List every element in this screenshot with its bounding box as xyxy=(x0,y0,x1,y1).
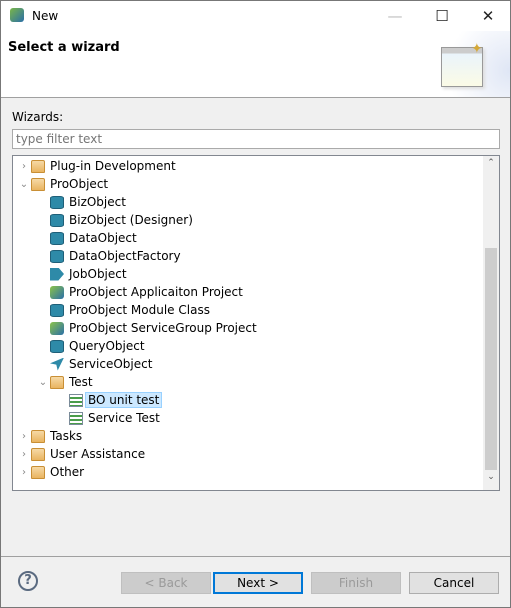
job-icon xyxy=(50,267,64,281)
scroll-down-icon[interactable]: ⌄ xyxy=(483,472,499,482)
wizards-label: Wizards: xyxy=(12,110,64,124)
minimize-button[interactable]: — xyxy=(372,1,418,31)
tree-item[interactable]: QueryObject xyxy=(36,337,145,355)
tree-item[interactable]: ProObject ServiceGroup Project xyxy=(36,319,257,337)
tree-item-label: BizObject xyxy=(69,195,126,209)
vertical-scrollbar[interactable]: ⌃ ⌄ xyxy=(483,156,499,490)
tree-item[interactable]: DataObject xyxy=(36,229,137,247)
tree-item-label: Test xyxy=(69,375,93,389)
help-icon[interactable]: ? xyxy=(18,571,38,591)
folder-icon xyxy=(31,177,45,191)
scrollbar-thumb[interactable] xyxy=(485,248,497,470)
window-title: New xyxy=(32,9,59,23)
tree-item-label: User Assistance xyxy=(50,447,146,461)
cyl-icon xyxy=(50,231,64,245)
scroll-up-icon[interactable]: ⌃ xyxy=(483,158,499,168)
cyl-icon xyxy=(50,339,64,353)
cyl-icon xyxy=(50,249,64,263)
tree-item[interactable]: ServiceObject xyxy=(36,355,152,373)
chevron-right-icon[interactable]: › xyxy=(17,467,31,478)
maximize-button[interactable]: ☐ xyxy=(419,1,465,31)
proj-icon xyxy=(50,285,64,299)
next-button[interactable]: Next > xyxy=(213,572,303,594)
tree-item[interactable]: BizObject (Designer) xyxy=(36,211,193,229)
list-icon xyxy=(69,411,83,425)
tree-item[interactable]: ⌄ ProObject xyxy=(17,175,108,193)
tree-item-label: JobObject xyxy=(69,267,127,281)
cyl-icon xyxy=(50,303,64,317)
chevron-right-icon[interactable]: › xyxy=(17,449,31,460)
tree-item[interactable]: BO unit test xyxy=(55,391,163,409)
tree-item-label: Plug-in Development xyxy=(50,159,176,173)
tree-item[interactable]: ProObject Module Class xyxy=(36,301,210,319)
chevron-right-icon[interactable]: › xyxy=(17,431,31,442)
tree-item-label: DataObjectFactory xyxy=(69,249,181,263)
folder-icon xyxy=(31,429,45,443)
wizard-header: Select a wizard ✦ xyxy=(1,31,510,98)
tree-item-label: DataObject xyxy=(69,231,137,245)
title-bar: New — ☐ ✕ xyxy=(1,1,510,31)
tree-item-label: ProObject Module Class xyxy=(69,303,210,317)
tree-item-label: ProObject ServiceGroup Project xyxy=(69,321,257,335)
close-button[interactable]: ✕ xyxy=(465,1,511,31)
tree-item-label: ProObject Applicaiton Project xyxy=(69,285,243,299)
sparkle-icon: ✦ xyxy=(471,41,483,57)
tree-item-label: BizObject (Designer) xyxy=(69,213,193,227)
tree-item-label: Tasks xyxy=(50,429,83,443)
cancel-button[interactable]: Cancel xyxy=(409,572,499,594)
tree-item-label: ProObject xyxy=(50,177,109,191)
cyl-icon xyxy=(50,195,64,209)
tree-item-label: Service Test xyxy=(88,411,160,425)
chevron-down-icon[interactable]: ⌄ xyxy=(17,179,31,190)
cyl-icon xyxy=(50,213,64,227)
wizard-tree: ⌃ ⌄ › Plug-in Development ⌄ ProObject BizObj… xyxy=(12,155,500,491)
tree-item[interactable]: DataObjectFactory xyxy=(36,247,181,265)
tree-item-label: ServiceObject xyxy=(69,357,153,371)
tree-item[interactable]: › User Assistance xyxy=(17,445,145,463)
back-button[interactable]: < Back xyxy=(121,572,211,594)
folder-icon xyxy=(50,375,64,389)
finish-button[interactable]: Finish xyxy=(311,572,401,594)
new-wizard-dialog: New — ☐ ✕ Select a wizard ✦ Wizards: ⌃ ⌄… xyxy=(0,0,511,608)
chevron-down-icon[interactable]: ⌄ xyxy=(36,377,50,388)
tree-item-label: Other xyxy=(50,465,85,479)
proj-icon xyxy=(50,321,64,335)
svc-icon xyxy=(50,357,64,371)
tree-item[interactable]: Service Test xyxy=(55,409,160,427)
filter-input[interactable] xyxy=(12,129,500,149)
folder-icon xyxy=(31,447,45,461)
tree-item[interactable]: ProObject Applicaiton Project xyxy=(36,283,243,301)
tree-item[interactable]: › Plug-in Development xyxy=(17,157,176,175)
tree-item[interactable]: › Other xyxy=(17,463,84,481)
tree-item[interactable]: JobObject xyxy=(36,265,127,283)
page-title: Select a wizard xyxy=(8,40,120,55)
folder-icon xyxy=(31,159,45,173)
tree-item-label: BO unit test xyxy=(85,392,163,408)
tree-item[interactable]: ⌄ Test xyxy=(36,373,93,391)
list-icon xyxy=(69,393,83,407)
tree-item[interactable]: › Tasks xyxy=(17,427,82,445)
chevron-right-icon[interactable]: › xyxy=(17,161,31,172)
tree-item-label: QueryObject xyxy=(69,339,145,353)
tree-item[interactable]: BizObject xyxy=(36,193,126,211)
separator xyxy=(1,556,510,557)
app-icon xyxy=(10,8,24,22)
folder-icon xyxy=(31,465,45,479)
